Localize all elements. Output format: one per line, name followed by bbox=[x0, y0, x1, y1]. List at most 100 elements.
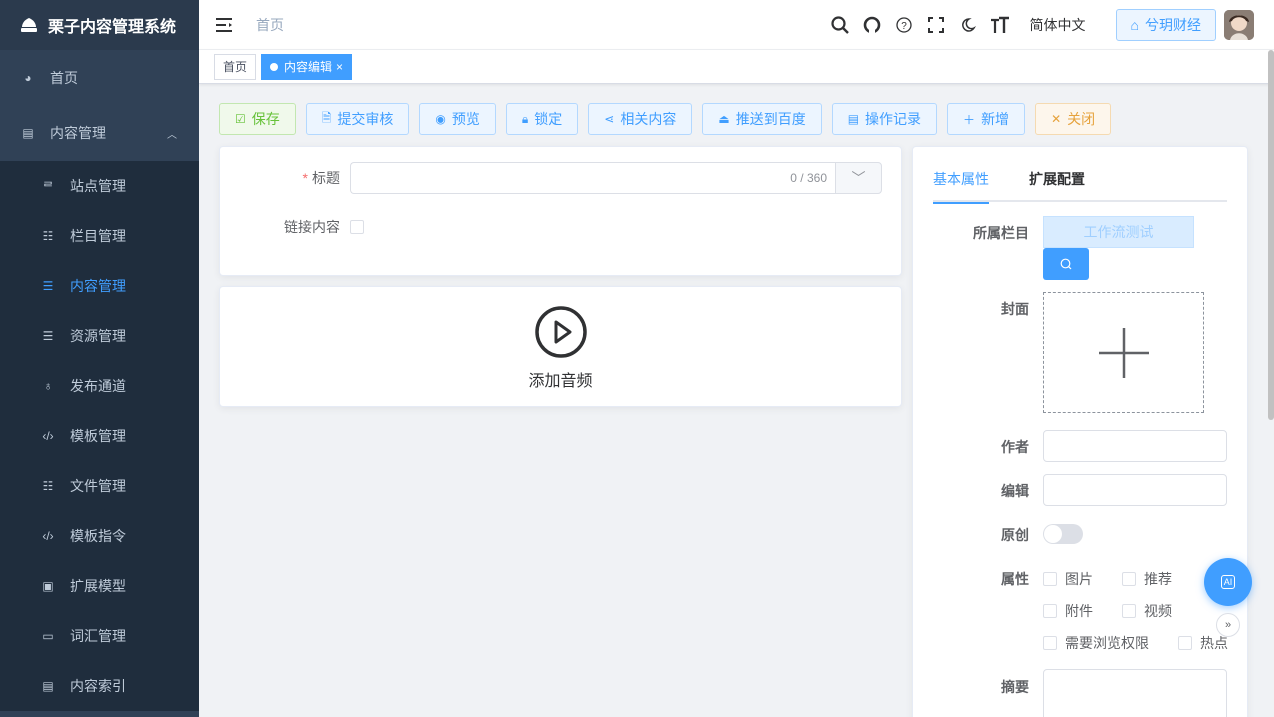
sidebar-item-label: 模板管理 bbox=[70, 428, 126, 444]
sidebar-item-content-management[interactable]: ▤ 内容管理 ︿ bbox=[0, 105, 199, 161]
sidebar-item-home[interactable]: ◕ 首页 bbox=[0, 50, 199, 105]
tab-basic[interactable]: 基本属性 bbox=[933, 169, 989, 204]
share-icon: ⋖ bbox=[604, 112, 615, 126]
header-tools: ? 简体中文 ⌂ 兮玥财经 bbox=[824, 0, 1274, 50]
title-label-row: * 标题 bbox=[220, 162, 340, 194]
lock-label: 锁定 bbox=[534, 111, 563, 127]
tag-content-edit[interactable]: 内容编辑 × bbox=[261, 53, 353, 80]
original-switch[interactable] bbox=[1043, 524, 1083, 544]
add-label: 新增 bbox=[981, 111, 1010, 127]
push-baidu-button[interactable]: ⏏ 推送到百度 bbox=[702, 103, 822, 135]
sidebar-item-word[interactable]: ▭ 词汇管理 bbox=[0, 611, 199, 661]
help-icon[interactable]: ? bbox=[888, 0, 920, 50]
site-button-label: 兮玥财经 bbox=[1145, 17, 1201, 33]
cover-upload[interactable] bbox=[1043, 292, 1204, 413]
audio-card: 添加音频 bbox=[219, 286, 902, 407]
plus-icon: ＋ bbox=[963, 112, 976, 127]
code-icon: ‹/› bbox=[42, 529, 54, 543]
title-char-count: 0 / 360 bbox=[790, 171, 827, 185]
ai-assistant-button[interactable]: AI bbox=[1204, 558, 1252, 606]
preview-button[interactable]: ◉ 预览 bbox=[419, 103, 496, 135]
panel-tabs: 基本属性 扩展配置 bbox=[933, 169, 1227, 204]
push-baidu-label: 推送到百度 bbox=[735, 111, 806, 127]
dark-mode-icon[interactable] bbox=[952, 0, 984, 50]
operation-log-button[interactable]: ▤ 操作记录 bbox=[831, 103, 938, 135]
link-content-checkbox[interactable] bbox=[350, 220, 364, 234]
title-input-group: 0 / 360 ﹀ bbox=[350, 162, 882, 194]
checkbox-label: 需要浏览权限 bbox=[1065, 635, 1149, 651]
add-button[interactable]: ＋ 新增 bbox=[947, 103, 1026, 135]
current-site-button[interactable]: ⌂ 兮玥财经 bbox=[1115, 9, 1216, 41]
close-button[interactable]: ✕ 关闭 bbox=[1035, 103, 1112, 135]
attr-hot-checkbox[interactable]: 热点 bbox=[1178, 633, 1228, 653]
sidebar-item-file[interactable]: ☷ 文件管理 bbox=[0, 461, 199, 511]
document-icon: ▤ bbox=[42, 679, 54, 693]
link-label-row: 链接内容 bbox=[220, 211, 340, 243]
tag-home[interactable]: 首页 bbox=[214, 53, 257, 80]
author-label: 作者 bbox=[1001, 439, 1029, 455]
breadcrumb[interactable]: 首页 bbox=[256, 15, 284, 35]
checkbox-box bbox=[1122, 572, 1136, 586]
checkbox-label: 视频 bbox=[1144, 603, 1172, 619]
save-button[interactable]: ☑ 保存 bbox=[219, 103, 296, 135]
document-icon: ▤ bbox=[22, 126, 34, 140]
ai-icon: AI bbox=[1220, 575, 1236, 589]
sidebar-item-label: 资源管理 bbox=[70, 328, 126, 344]
summary-textarea[interactable] bbox=[1043, 669, 1227, 717]
page-scrollbar[interactable] bbox=[1268, 50, 1274, 420]
submit-review-button[interactable]: 🗎 提交审核 bbox=[305, 103, 410, 135]
operation-log-label: 操作记录 bbox=[865, 111, 922, 127]
github-icon[interactable] bbox=[856, 0, 888, 50]
expand-icon[interactable]: » bbox=[1216, 613, 1240, 637]
sidebar-item-template-tag[interactable]: ‹/› 模板指令 bbox=[0, 511, 199, 561]
archive-icon: ▤ bbox=[847, 112, 860, 126]
add-audio-area[interactable]: 添加音频 bbox=[220, 305, 901, 391]
save-button-label: 保存 bbox=[251, 111, 280, 127]
chevron-up-icon: ︿ bbox=[167, 129, 177, 141]
lock-icon: 🔒︎ bbox=[521, 111, 529, 126]
font-size-icon[interactable] bbox=[984, 0, 1016, 50]
attr-attachment-checkbox[interactable]: 附件 bbox=[1043, 601, 1093, 621]
language-switch[interactable]: 简体中文 bbox=[1030, 15, 1086, 35]
search-icon[interactable] bbox=[824, 0, 856, 50]
sidebar-item-publish-pipe[interactable]: ♁ 发布通道 bbox=[0, 361, 199, 411]
eye-icon: ◉ bbox=[435, 112, 446, 126]
submit-review-label: 提交审核 bbox=[337, 111, 394, 127]
fullscreen-icon[interactable] bbox=[920, 0, 952, 50]
upload-box-icon: ⏏ bbox=[718, 112, 730, 126]
close-icon[interactable]: × bbox=[336, 55, 343, 79]
catalog-select-button[interactable]: 工作流测试 bbox=[1043, 216, 1194, 248]
related-content-button[interactable]: ⋖ 相关内容 bbox=[588, 103, 693, 135]
checkbox-box bbox=[1043, 636, 1057, 650]
attr-recommend-checkbox[interactable]: 推荐 bbox=[1122, 569, 1172, 589]
sidebar-item-content[interactable]: ☰ 内容管理 bbox=[0, 261, 199, 311]
author-input[interactable] bbox=[1043, 430, 1227, 462]
sidebar-item-site[interactable]: ᄅ 站点管理 bbox=[0, 161, 199, 211]
sidebar-item-index[interactable]: ▤ 内容索引 bbox=[0, 661, 199, 711]
required-mark: * bbox=[302, 170, 308, 186]
link-content-label: 链接内容 bbox=[284, 219, 340, 235]
sidebar-item-label: 站点管理 bbox=[70, 178, 126, 194]
catalog-search-button[interactable] bbox=[1043, 248, 1089, 280]
attr-video-checkbox[interactable]: 视频 bbox=[1122, 601, 1172, 621]
avatar[interactable] bbox=[1224, 10, 1254, 40]
title-dropdown-button[interactable]: ﹀ bbox=[835, 162, 882, 194]
sidebar-item-resource[interactable]: ☰ 资源管理 bbox=[0, 311, 199, 361]
editor-input[interactable] bbox=[1043, 474, 1227, 506]
home-icon: ⌂ bbox=[1130, 17, 1139, 33]
preview-label: 预览 bbox=[451, 111, 480, 127]
editor-label: 编辑 bbox=[1001, 483, 1029, 499]
sidebar-item-ext-model[interactable]: ▣ 扩展模型 bbox=[0, 561, 199, 611]
title-input[interactable]: 0 / 360 bbox=[350, 162, 835, 194]
sidebar-item-catalog[interactable]: ☷ 栏目管理 bbox=[0, 211, 199, 261]
app-logo[interactable]: 栗子内容管理系统 bbox=[0, 0, 199, 50]
attr-permission-checkbox[interactable]: 需要浏览权限 bbox=[1043, 633, 1149, 653]
sidebar-item-template[interactable]: ‹/› 模板管理 bbox=[0, 411, 199, 461]
lock-button[interactable]: 🔒︎ 锁定 bbox=[505, 103, 579, 135]
attr-image-checkbox[interactable]: 图片 bbox=[1043, 569, 1093, 589]
summary-label: 摘要 bbox=[1001, 679, 1029, 695]
tab-extend[interactable]: 扩展配置 bbox=[1029, 169, 1085, 202]
hamburger-icon[interactable] bbox=[216, 17, 232, 32]
plus-icon bbox=[1098, 327, 1149, 378]
checkbox-label: 推荐 bbox=[1144, 571, 1172, 587]
